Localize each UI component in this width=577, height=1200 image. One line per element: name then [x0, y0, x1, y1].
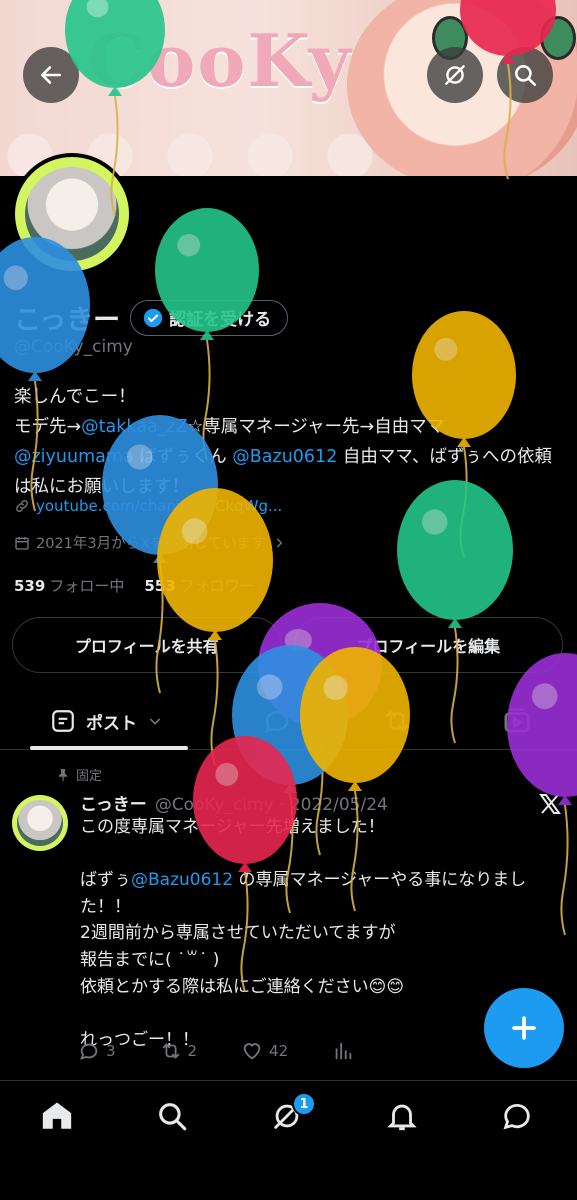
profile-actions: プロフィールを共有 プロフィールを編集	[12, 617, 563, 673]
post-avatar[interactable]	[12, 795, 68, 851]
link-icon	[16, 500, 28, 512]
heart-icon	[243, 1043, 261, 1060]
tab-replies[interactable]	[262, 706, 292, 736]
banner-logo: CooKy	[88, 18, 353, 103]
following-label: フォロー中	[49, 577, 125, 595]
profile-name: こっきー	[14, 305, 121, 336]
chevron-right-icon	[276, 537, 282, 548]
home-icon[interactable]	[40, 1099, 74, 1133]
reply-icon	[80, 1043, 98, 1060]
post-text: ばずぅ	[80, 870, 131, 891]
views-button[interactable]	[332, 1040, 354, 1062]
post-handle-date: @CooKy_cimy · 2022/05/24	[154, 795, 388, 815]
banner-eye	[540, 16, 576, 60]
avatar-image	[25, 167, 119, 261]
analytics-icon	[335, 1042, 352, 1060]
pin-icon	[58, 768, 68, 781]
back-button[interactable]	[23, 47, 79, 103]
like-count: 42	[269, 1042, 289, 1060]
bio-text: ばずぅくん	[133, 447, 233, 467]
grok-button[interactable]	[427, 47, 483, 103]
profile-link-text: youtube.com/channel/UCkqWg...	[36, 497, 283, 515]
grok-icon	[445, 65, 465, 85]
posts-icon	[52, 710, 74, 732]
repost-button[interactable]: 2	[160, 1040, 198, 1062]
messages-icon[interactable]	[500, 1099, 534, 1133]
tab-media[interactable]	[502, 706, 532, 736]
following-stat[interactable]: 539 フォロー中	[14, 575, 124, 596]
post-header: こっきー @CooKy_cimy · 2022/05/24	[80, 790, 388, 815]
like-button[interactable]: 42	[241, 1040, 288, 1062]
notifications-icon[interactable]	[385, 1099, 419, 1133]
following-count: 539	[14, 577, 46, 595]
profile-link[interactable]: youtube.com/channel/UCkqWg...	[14, 497, 282, 515]
profile-handle: @CooKy_cimy	[14, 337, 133, 357]
avatar-image	[17, 800, 63, 846]
bio-mention-takkaa[interactable]: @takkaa_zZ	[81, 417, 187, 437]
tab-posts-label: ポスト	[86, 713, 137, 734]
profile-bio: 楽しんでこー！ モデ先→@takkaa_zZ☆専属マネージャー先→自由ママ @z…	[14, 382, 569, 502]
repost-icon	[162, 1043, 179, 1059]
bio-mention-ziyuumama[interactable]: @ziyuumama	[14, 447, 134, 467]
repost-count: 2	[187, 1042, 198, 1060]
bio-line: @ziyuumama ばずぅくん @Bazu0612 自由ママ、ばずぅへの依頼は…	[14, 442, 569, 502]
get-verified-button[interactable]: 認証を受ける	[130, 299, 289, 336]
bio-text: ☆専属マネージャー先→自由ママ	[187, 417, 445, 437]
profile-joined-text: 2021年3月からXを利用しています	[36, 536, 266, 552]
plus-icon	[512, 1016, 536, 1040]
edit-profile-button[interactable]: プロフィールを編集	[293, 617, 563, 673]
profile-banner: CooKy	[0, 0, 577, 176]
share-profile-button[interactable]: プロフィールを共有	[12, 617, 282, 673]
post-line: 2週間前から専属させていただいてますが	[80, 923, 396, 944]
post-actions: 3 2 42	[78, 1040, 548, 1062]
post-line: ばずぅ@Bazu0612 の専属マネージャーやる事になりました！！	[80, 867, 560, 920]
get-verified-label: 認証を受ける	[169, 310, 272, 330]
profile-tabs: ポスト	[0, 692, 577, 750]
verified-badge-icon	[143, 308, 163, 327]
arrow-left-icon	[41, 66, 61, 84]
followers-label: フォロワー	[179, 577, 255, 595]
calendar-icon	[15, 536, 29, 550]
reply-count: 3	[106, 1042, 116, 1060]
bottom-navigation	[0, 1080, 577, 1200]
search-icon	[515, 65, 537, 87]
pinned-label: 固定	[76, 769, 103, 784]
post-author[interactable]: こっきー	[80, 790, 147, 815]
x-logo-icon[interactable]	[538, 792, 562, 816]
post-blank-line	[80, 841, 560, 868]
tab-active-indicator	[30, 746, 188, 750]
bio-line: モデ先→@takkaa_zZ☆専属マネージャー先→自由ママ	[14, 412, 569, 442]
bio-mention-bazu[interactable]: @Bazu0612	[232, 447, 337, 467]
chevron-down-icon	[149, 718, 161, 725]
tab-posts[interactable]: ポスト	[30, 692, 188, 750]
followers-count: 553	[144, 577, 176, 595]
pinned-indicator: 固定	[56, 765, 102, 784]
post-line: 報告までに( ˙꒳˙ )	[80, 949, 220, 970]
tab-reposts[interactable]	[382, 706, 412, 736]
post-line: この度専属マネージャー先増えました！	[80, 817, 385, 837]
follow-stats: 539 フォロー中 553 フォロワー	[14, 575, 255, 596]
notification-badge: 1	[292, 1092, 316, 1116]
post-mention-bazu[interactable]: @Bazu0612	[131, 870, 233, 890]
reply-button[interactable]: 3	[78, 1040, 116, 1062]
profile-joined[interactable]: 2021年3月からXを利用しています	[14, 532, 286, 553]
post-line: 依頼とかする際は私にご連絡ください😊😊	[80, 976, 405, 997]
profile-name-row: こっきー 認証を受ける	[14, 298, 289, 337]
bio-line: 楽しんでこー！	[14, 387, 136, 407]
compose-post-button[interactable]	[484, 988, 564, 1068]
bio-text: モデ先→	[14, 417, 82, 437]
nav-search-icon[interactable]	[155, 1099, 189, 1133]
search-button[interactable]	[497, 47, 553, 103]
profile-avatar[interactable]	[11, 153, 133, 275]
followers-stat[interactable]: 553 フォロワー	[144, 575, 254, 596]
